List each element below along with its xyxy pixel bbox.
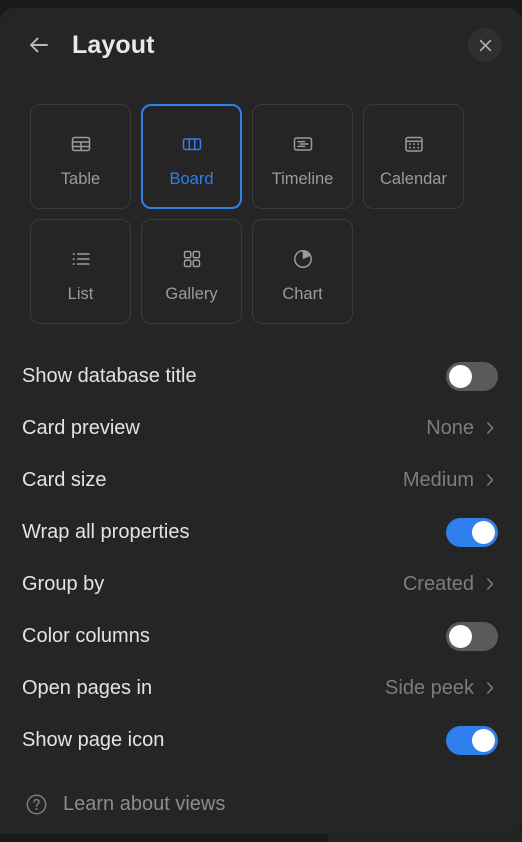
layout-option-label: Chart <box>282 285 323 303</box>
board-icon <box>180 124 204 164</box>
close-icon <box>477 37 494 54</box>
setting-row-card-preview[interactable]: Card preview None <box>22 402 500 454</box>
layout-option-label: Gallery <box>165 285 218 303</box>
layout-option-gallery[interactable]: Gallery <box>141 219 242 324</box>
setting-row-group-by[interactable]: Group by Created <box>22 558 500 610</box>
layout-option-timeline[interactable]: Timeline <box>252 104 353 209</box>
settings-list: Show database title Card preview None Ca… <box>0 324 522 766</box>
chevron-right-icon <box>482 472 498 488</box>
setting-control <box>446 725 500 755</box>
layout-option-list[interactable]: List <box>30 219 131 324</box>
setting-value: Side peek <box>385 676 474 699</box>
layout-settings-panel: Layout Table Board Timeline Calendar Lis… <box>0 8 522 834</box>
footer-label: Learn about views <box>63 792 226 815</box>
toggle-knob <box>449 624 472 648</box>
setting-value: Created <box>402 572 474 595</box>
chevron-right-icon <box>482 576 498 592</box>
layout-option-chart[interactable]: Chart <box>252 219 353 324</box>
setting-control <box>446 621 500 651</box>
toggle-show-page-icon[interactable] <box>446 725 498 755</box>
setting-value: Medium <box>402 468 474 491</box>
setting-control <box>446 361 500 391</box>
setting-control: Created <box>403 573 500 596</box>
toggle-knob <box>472 728 495 752</box>
setting-label: Open pages in <box>22 676 153 699</box>
page-title: Layout <box>72 30 155 59</box>
setting-label: Wrap all properties <box>22 520 190 543</box>
learn-about-views-link[interactable]: Learn about views <box>0 782 522 826</box>
layout-option-calendar[interactable]: Calendar <box>363 104 464 209</box>
chevron-right-icon <box>482 420 498 436</box>
setting-label: Show page icon <box>22 728 165 751</box>
screen: Layout Table Board Timeline Calendar Lis… <box>0 0 522 842</box>
layout-option-board[interactable]: Board <box>141 104 242 209</box>
layout-option-label: List <box>67 285 94 303</box>
layout-option-label: Timeline <box>271 170 334 188</box>
layout-option-label: Table <box>60 170 101 188</box>
setting-control <box>446 517 500 547</box>
setting-control: Side peek <box>385 677 500 700</box>
setting-value: None <box>426 416 474 439</box>
setting-row-open-pages-in[interactable]: Open pages in Side peek <box>22 662 500 714</box>
back-button[interactable] <box>22 28 56 62</box>
arrow-left-icon <box>26 32 52 58</box>
setting-row-wrap-all-properties[interactable]: Wrap all properties <box>22 506 500 558</box>
calendar-icon <box>402 124 426 164</box>
toggle-knob <box>449 364 472 388</box>
setting-row-show-database-title[interactable]: Show database title <box>22 350 500 402</box>
close-button[interactable] <box>468 28 502 62</box>
setting-row-color-columns[interactable]: Color columns <box>22 610 500 662</box>
question-circle-icon <box>24 792 49 817</box>
setting-row-show-page-icon[interactable]: Show page icon <box>22 714 500 766</box>
toggle-knob <box>472 520 495 544</box>
setting-control: Medium <box>403 469 500 492</box>
layout-option-table[interactable]: Table <box>30 104 131 209</box>
setting-label: Group by <box>22 572 105 595</box>
panel-header: Layout <box>0 8 522 82</box>
toggle-show-database-title[interactable] <box>446 361 498 391</box>
setting-label: Show database title <box>22 364 197 387</box>
chevron-right-icon <box>482 680 498 696</box>
chart-pie-icon <box>291 239 315 279</box>
list-icon <box>69 239 93 279</box>
setting-label: Card size <box>22 468 107 491</box>
table-icon <box>69 124 93 164</box>
gallery-icon <box>180 239 204 279</box>
timeline-icon <box>291 124 315 164</box>
layout-type-grid: Table Board Timeline Calendar List Galle… <box>0 82 522 324</box>
setting-label: Color columns <box>22 624 150 647</box>
layout-option-label: Calendar <box>380 170 447 188</box>
setting-label: Card preview <box>22 416 140 439</box>
toggle-color-columns[interactable] <box>446 621 498 651</box>
toggle-wrap-all-properties[interactable] <box>446 517 498 547</box>
layout-option-label: Board <box>169 170 214 188</box>
setting-row-card-size[interactable]: Card size Medium <box>22 454 500 506</box>
setting-control: None <box>426 417 500 440</box>
